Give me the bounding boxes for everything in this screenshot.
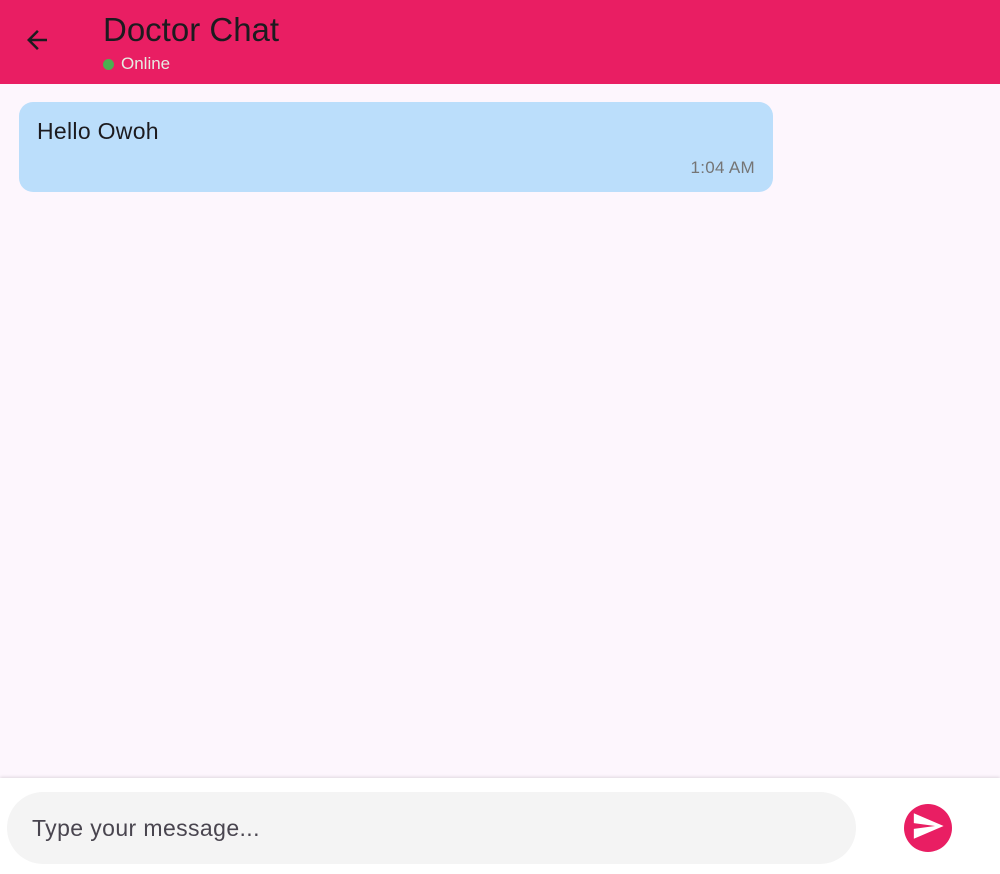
message-list[interactable]: Hello Owoh 1:04 AM [0, 84, 1000, 778]
status-text: Online [121, 54, 171, 73]
message-timestamp: 1:04 AM [690, 158, 755, 177]
message-bubble: Hello Owoh 1:04 AM [19, 102, 773, 192]
page-title: Doctor Chat [103, 11, 280, 48]
message-input-container [7, 792, 856, 864]
message-composer [0, 778, 1000, 874]
status-indicator: Online [103, 53, 170, 75]
back-button[interactable] [13, 18, 61, 66]
send-button[interactable] [904, 804, 952, 852]
message-input[interactable] [7, 792, 856, 864]
message-text: Hello Owoh [37, 118, 159, 144]
arrow-left-icon [22, 25, 52, 60]
app-bar: Doctor Chat Online [0, 0, 1000, 84]
send-icon [911, 809, 945, 848]
online-dot-icon [103, 58, 114, 70]
chat-screen: Doctor Chat Online Hello Owoh 1:04 AM [0, 0, 1000, 874]
